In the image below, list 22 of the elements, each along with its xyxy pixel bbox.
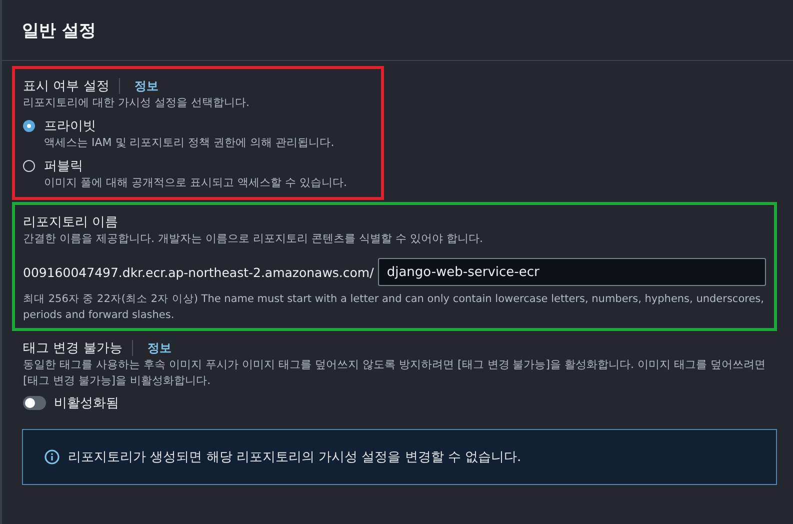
option-description: 액세스는 IAM 및 리포지토리 정책 권한에 의해 관리됩니다.	[44, 135, 334, 151]
field-label: 리포지토리 이름	[23, 214, 120, 231]
field-description: 리포지토리에 대한 가시성 설정을 선택합니다.	[23, 95, 250, 111]
field-description: 동일한 태그를 사용하는 후속 이미지 푸시가 이미지 태그를 덮어쓰지 않도록 방지하려면 [태그 변경 불가능]을 활성화합니다. 이미지 태그를 덮어쓰려면 [태그 변경 불가능]을 비활성화합니다.	[23, 357, 766, 389]
toggle-label: 비활성화됨	[54, 395, 119, 412]
repository-name-field[interactable]: django-web-service-ecr	[378, 258, 766, 286]
radio-label: 프라이빗	[44, 118, 97, 135]
info-link[interactable]: 정보	[147, 340, 172, 356]
field-label: 표시 여부 설정	[23, 78, 110, 95]
info-link[interactable]: 정보	[134, 78, 158, 94]
field-label: 태그 변경 불가능	[23, 340, 122, 357]
constraint-hint: 최대 256자 중 22자(최소 2자 이상) The name must start with a letter and can only contain lowercase letters, numbers, hyphens, underscores, periods and forward slashes.	[23, 292, 765, 323]
info-icon	[44, 449, 60, 465]
toggle-switch[interactable]	[23, 396, 46, 410]
radio-button[interactable]	[23, 160, 35, 172]
alert-message: 리포지토리가 생성되면 해당 리포지토리의 가시성 설정을 변경할 수 없습니다.	[68, 449, 522, 466]
section-title: 일반 설정	[22, 20, 96, 42]
uri-prefix: 009160047497.dkr.ecr.ap-northeast-2.amazonaws.com/	[23, 264, 374, 280]
radio-label: 퍼블릭	[44, 158, 84, 175]
field-description: 간결한 이름을 제공합니다. 개발자는 이름으로 리포지토리 콘텐츠를 식별할 수 있어야 합니다.	[23, 231, 484, 247]
option-description: 이미지 풀에 대해 공개적으로 표시되고 액세스할 수 있습니다.	[44, 175, 347, 191]
radio-button[interactable]	[23, 120, 35, 132]
